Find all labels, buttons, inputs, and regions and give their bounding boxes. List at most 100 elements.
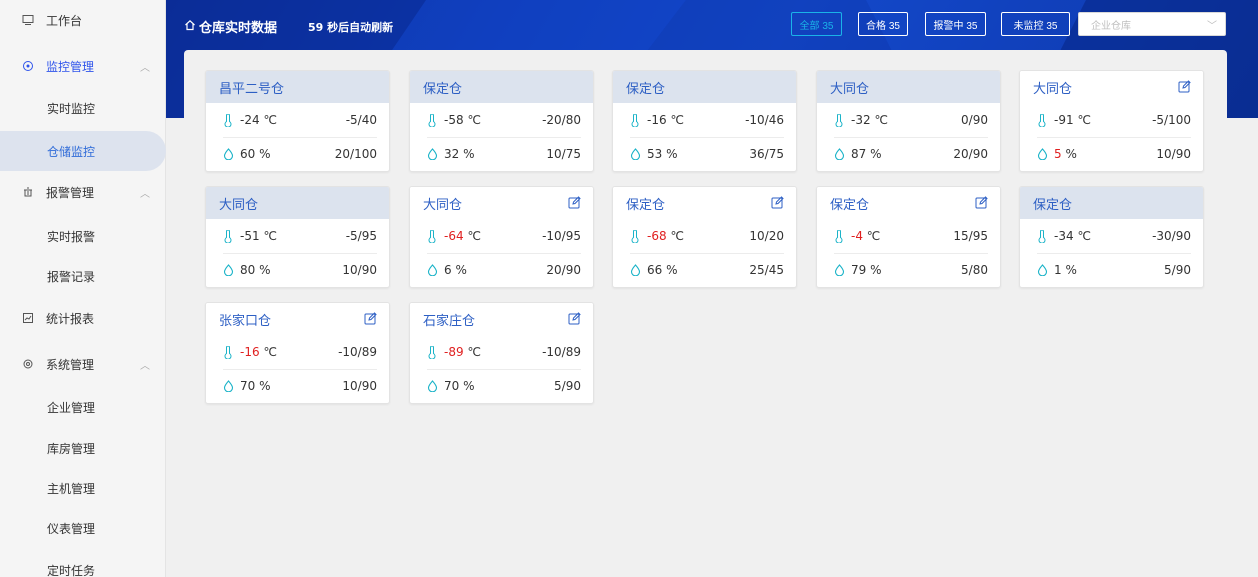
- sidebar-item-label: 库房管理: [47, 441, 96, 456]
- humidity-range: 20/90: [953, 147, 988, 161]
- divider: [223, 137, 377, 138]
- edit-icon[interactable]: [364, 312, 377, 325]
- warehouse-card[interactable]: 大同仓 -32 ℃ 0/90 87 % 20/90: [816, 70, 1001, 172]
- warehouse-card[interactable]: 保定仓 -4 ℃ 15/95 79 % 5/80: [816, 186, 1001, 288]
- temperature-range: -5/100: [1152, 113, 1191, 127]
- temperature-value: -64 ℃: [444, 229, 481, 243]
- temperature-value: -91 ℃: [1054, 113, 1091, 127]
- warehouse-card[interactable]: 保定仓 -68 ℃ 10/20 66 % 25/45: [612, 186, 797, 288]
- humidity-row: 1 % 5/90: [1037, 261, 1191, 279]
- water-drop-icon: [630, 148, 644, 160]
- humidity-value: 80 %: [240, 263, 271, 277]
- filter-qualified-button[interactable]: 合格 35: [858, 12, 908, 36]
- humidity-range: 36/75: [749, 147, 784, 161]
- temperature-row: -58 ℃ -20/80: [427, 111, 581, 129]
- card-title: 保定仓: [1020, 187, 1203, 219]
- temperature-row: -64 ℃ -10/95: [427, 227, 581, 245]
- sidebar-item-enterprise[interactable]: 企业管理: [0, 387, 166, 427]
- sidebar-item-realtime-alarm[interactable]: 实时报警: [0, 216, 166, 256]
- humidity-range: 25/45: [749, 263, 784, 277]
- chevron-up-icon: ︿: [140, 188, 150, 200]
- filter-all-button[interactable]: 全部 35: [791, 12, 842, 36]
- card-title: 张家口仓: [206, 303, 389, 335]
- water-drop-icon: [223, 380, 237, 392]
- card-title: 石家庄仓: [410, 303, 593, 335]
- card-title: 大同仓: [410, 187, 593, 219]
- warehouse-card[interactable]: 大同仓 -51 ℃ -5/95 80 % 10/90: [205, 186, 390, 288]
- warehouse-card[interactable]: 保定仓 -16 ℃ -10/46 53 % 36/75: [612, 70, 797, 172]
- humidity-row: 32 % 10/75: [427, 145, 581, 163]
- edit-icon[interactable]: [975, 196, 988, 209]
- temperature-range: -20/80: [542, 113, 581, 127]
- card-title: 昌平二号仓: [206, 71, 389, 103]
- water-drop-icon: [834, 148, 848, 160]
- sidebar-item-meter[interactable]: 仪表管理: [0, 508, 166, 548]
- warehouse-card[interactable]: 保定仓 -58 ℃ -20/80 32 % 10/75: [409, 70, 594, 172]
- edit-icon[interactable]: [568, 312, 581, 325]
- home-icon: [184, 19, 196, 35]
- sidebar-item-label: 定时任务: [47, 563, 96, 577]
- thermometer-icon: [630, 113, 644, 127]
- humidity-row: 70 % 5/90: [427, 377, 581, 395]
- warehouse-card[interactable]: 大同仓 -64 ℃ -10/95 6 % 20/90: [409, 186, 594, 288]
- edit-icon[interactable]: [568, 196, 581, 209]
- temperature-value: -24 ℃: [240, 113, 277, 127]
- temperature-value: -34 ℃: [1054, 229, 1091, 243]
- humidity-row: 70 % 10/90: [223, 377, 377, 395]
- page-title: 仓库实时数据: [184, 17, 277, 36]
- card-title: 保定仓: [613, 187, 796, 219]
- water-drop-icon: [427, 148, 441, 160]
- filter-unmonitored-button[interactable]: 未监控 35: [1001, 12, 1070, 36]
- water-drop-icon: [427, 380, 441, 392]
- temperature-range: 0/90: [961, 113, 988, 127]
- temperature-row: -91 ℃ -5/100: [1037, 111, 1191, 129]
- edit-icon[interactable]: [771, 196, 784, 209]
- target-icon: [21, 59, 35, 73]
- alarm-icon: [21, 185, 35, 199]
- temperature-range: 15/95: [953, 229, 988, 243]
- humidity-value: 6 %: [444, 263, 467, 277]
- temperature-row: -51 ℃ -5/95: [223, 227, 377, 245]
- warehouse-card[interactable]: 昌平二号仓 -24 ℃ -5/40 60 % 20/100: [205, 70, 390, 172]
- sidebar-item-scheduled-task[interactable]: 定时任务: [0, 550, 166, 577]
- sidebar-item-workbench[interactable]: 工作台: [0, 0, 166, 40]
- humidity-range: 5/90: [1164, 263, 1191, 277]
- warehouse-card[interactable]: 大同仓 -91 ℃ -5/100 5 % 10/90: [1019, 70, 1204, 172]
- monitor-icon: [21, 13, 35, 27]
- sidebar-item-label: 统计报表: [46, 311, 95, 326]
- edit-icon[interactable]: [1178, 80, 1191, 93]
- sidebar-item-monitor[interactable]: 监控管理 ︿: [0, 46, 166, 86]
- chevron-up-icon: ︿: [140, 62, 150, 74]
- thermometer-icon: [1037, 113, 1051, 127]
- temperature-range: -10/89: [338, 345, 377, 359]
- thermometer-icon: [834, 229, 848, 243]
- temperature-value: -32 ℃: [851, 113, 888, 127]
- sidebar-item-realtime-monitor[interactable]: 实时监控: [0, 88, 166, 128]
- card-title: 保定仓: [613, 71, 796, 103]
- sidebar-item-host[interactable]: 主机管理: [0, 468, 166, 508]
- temperature-range: -5/95: [345, 229, 377, 243]
- temperature-value: -89 ℃: [444, 345, 481, 359]
- temperature-value: -58 ℃: [444, 113, 481, 127]
- temperature-range: -5/40: [345, 113, 377, 127]
- enterprise-warehouse-select[interactable]: 企业仓库 ﹀: [1078, 12, 1226, 36]
- filter-alarming-button[interactable]: 报警中 35: [925, 12, 986, 36]
- humidity-range: 10/75: [546, 147, 581, 161]
- warehouse-card[interactable]: 张家口仓 -16 ℃ -10/89 70 % 10/90: [205, 302, 390, 404]
- sidebar-item-label: 报警管理: [46, 185, 95, 200]
- sidebar-item-alarm[interactable]: 报警管理 ︿: [0, 172, 166, 212]
- warehouse-card[interactable]: 石家庄仓 -89 ℃ -10/89 70 % 5/90: [409, 302, 594, 404]
- humidity-value: 87 %: [851, 147, 882, 161]
- sidebar-item-storehouse[interactable]: 库房管理: [0, 428, 166, 468]
- warehouse-card[interactable]: 保定仓 -34 ℃ -30/90 1 % 5/90: [1019, 186, 1204, 288]
- sidebar-item-warehouse-monitor[interactable]: 仓储监控: [0, 131, 166, 171]
- thermometer-icon: [427, 229, 441, 243]
- temperature-range: 10/20: [749, 229, 784, 243]
- humidity-value: 53 %: [647, 147, 678, 161]
- sidebar-item-system[interactable]: 系统管理 ︿: [0, 344, 166, 384]
- humidity-value: 60 %: [240, 147, 271, 161]
- water-drop-icon: [223, 264, 237, 276]
- sidebar-item-alarm-records[interactable]: 报警记录: [0, 256, 166, 296]
- sidebar-item-reports[interactable]: 统计报表: [0, 298, 166, 338]
- sidebar-item-label: 仓储监控: [47, 144, 96, 159]
